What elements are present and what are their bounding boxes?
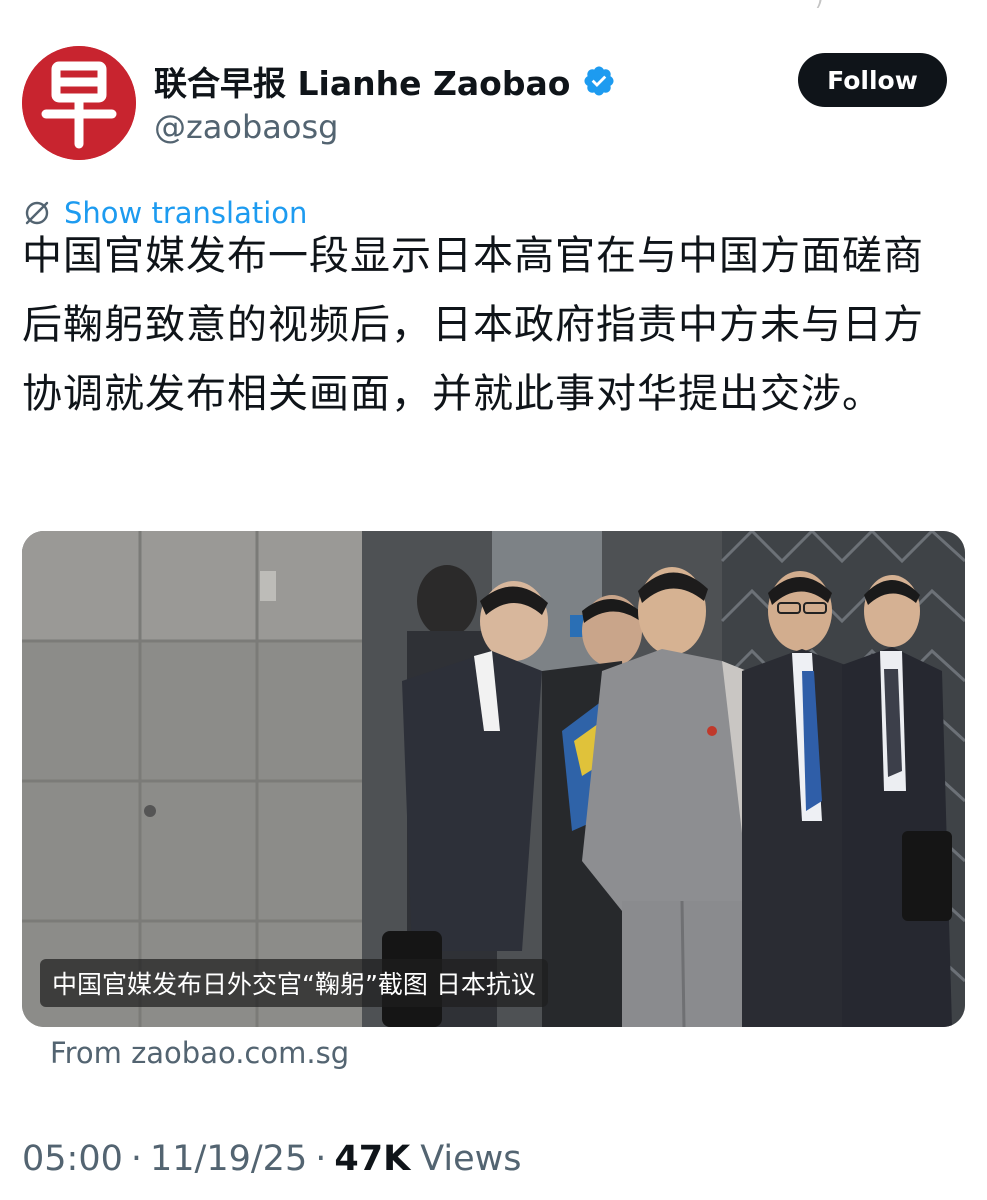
- photo-officials-in-corridor: [22, 531, 965, 1027]
- avatar[interactable]: [22, 46, 136, 160]
- tweet-text: 中国官媒发布一段显示日本高官在与中国方面磋商后鞠躬致意的视频后，日本政府指责中方…: [22, 233, 924, 417]
- media-caption: 中国官媒发布日外交官“鞠躬”截图 日本抗议: [40, 959, 548, 1007]
- verified-badge-icon[interactable]: [582, 64, 616, 98]
- account-handle[interactable]: @zaobaosg: [154, 108, 338, 146]
- cropped-edge-mark: ): [815, 0, 824, 11]
- tweet-date[interactable]: 11/19/25: [150, 1139, 307, 1179]
- views-label[interactable]: Views: [420, 1139, 521, 1179]
- account-name-row[interactable]: 联合早报 Lianhe Zaobao: [154, 56, 616, 106]
- display-name[interactable]: 联合早报 Lianhe Zaobao: [154, 57, 570, 105]
- zaobao-logo-icon: [22, 46, 136, 160]
- tweet-media-image[interactable]: 中国官媒发布日外交官“鞠躬”截图 日本抗议: [22, 531, 965, 1027]
- meta-separator: ·: [130, 1139, 143, 1179]
- follow-button[interactable]: Follow: [798, 53, 947, 107]
- tweet-time[interactable]: 05:00: [22, 1139, 123, 1179]
- views-count[interactable]: 47K: [334, 1139, 410, 1179]
- meta-separator: ·: [315, 1139, 327, 1179]
- tweet-meta-row: 05:00 · 11/19/25 · 47K Views: [22, 1134, 521, 1184]
- link-source[interactable]: From zaobao.com.sg: [50, 1036, 349, 1070]
